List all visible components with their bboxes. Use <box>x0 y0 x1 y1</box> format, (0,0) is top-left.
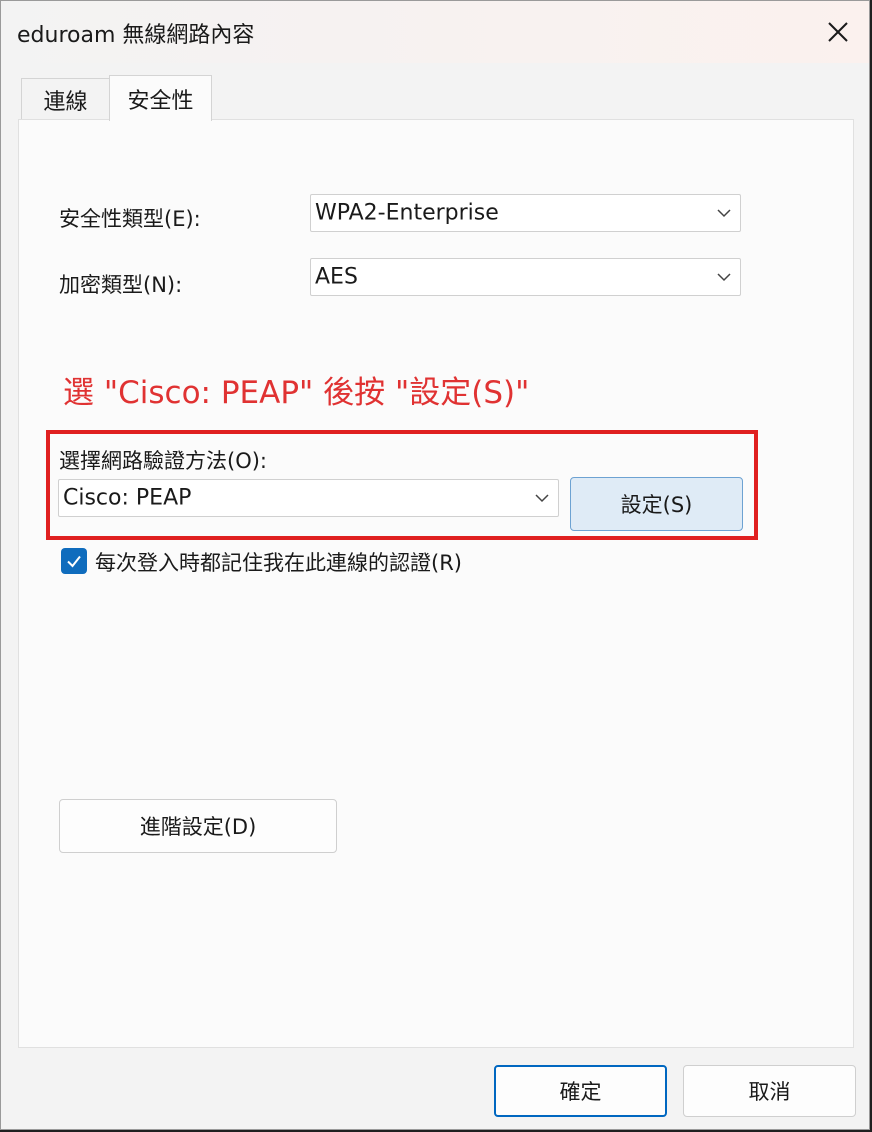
title-bar: eduroam 無線網路內容 <box>1 1 869 63</box>
cancel-button[interactable]: 取消 <box>683 1065 856 1117</box>
auth-method-value: Cisco: PEAP <box>63 485 192 511</box>
close-icon <box>828 22 848 42</box>
encryption-type-value: AES <box>315 264 358 290</box>
encryption-type-dropdown[interactable]: AES <box>310 258 741 296</box>
settings-button[interactable]: 設定(S) <box>570 477 743 531</box>
chevron-down-icon <box>535 494 549 503</box>
window-title: eduroam 無線網路內容 <box>17 23 255 48</box>
close-button[interactable] <box>813 9 863 55</box>
chevron-down-icon <box>717 273 731 282</box>
security-type-dropdown[interactable]: WPA2-Enterprise <box>310 194 741 232</box>
instruction-annotation: 選 "Cisco: PEAP" 後按 "設定(S)" <box>63 375 530 411</box>
remember-credentials-label: 每次登入時都記住我在此連線的認證(R) <box>95 551 462 575</box>
auth-method-dropdown[interactable]: Cisco: PEAP <box>58 479 559 517</box>
ok-button[interactable]: 確定 <box>494 1065 667 1117</box>
chevron-down-icon <box>717 209 731 218</box>
tab-security[interactable]: 安全性 <box>109 75 212 121</box>
remember-credentials-checkbox[interactable] <box>61 548 87 574</box>
security-type-label: 安全性類型(E): <box>59 207 201 231</box>
auth-method-label: 選擇網路驗證方法(O): <box>59 449 267 473</box>
tab-connection[interactable]: 連線 <box>21 78 109 120</box>
wireless-properties-dialog: eduroam 無線網路內容 連線 安全性 安全性類型(E): WPA2-Ent… <box>0 0 870 1130</box>
encryption-type-label: 加密類型(N): <box>59 273 183 297</box>
security-type-value: WPA2-Enterprise <box>315 200 499 226</box>
advanced-settings-button[interactable]: 進階設定(D) <box>59 799 337 853</box>
checkmark-icon <box>67 555 81 568</box>
